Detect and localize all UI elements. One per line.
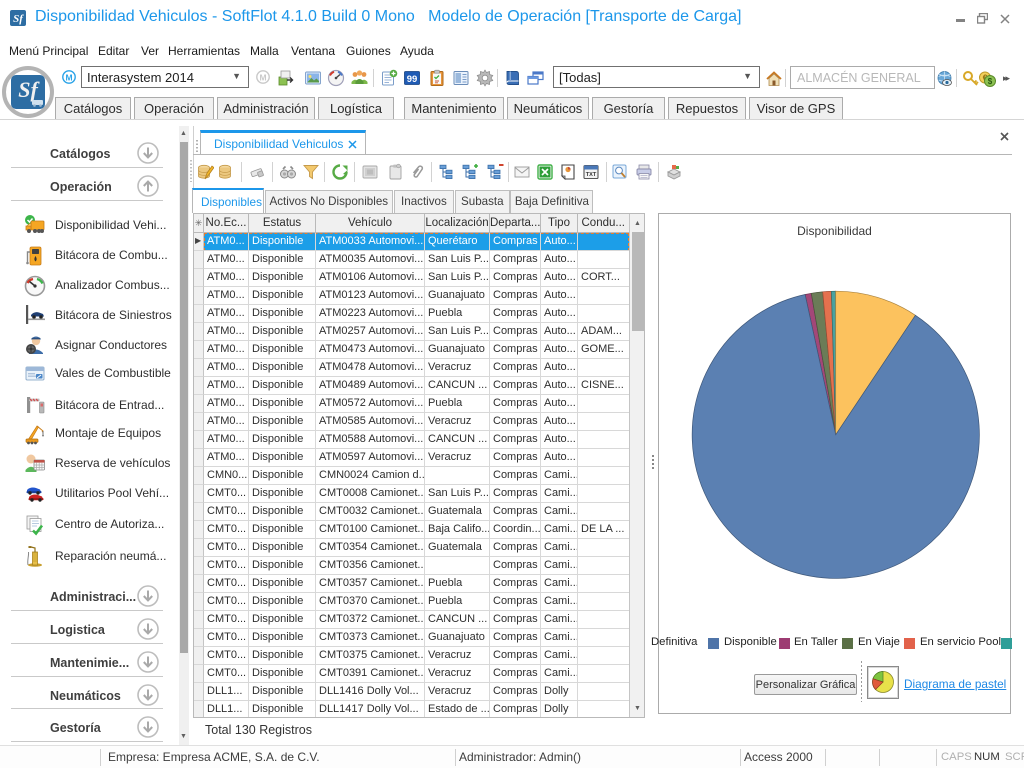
svg-text:M: M [259, 73, 266, 83]
svg-text:Sf: Sf [18, 77, 40, 102]
svg-text:M: M [65, 73, 72, 83]
svg-text:Sf: Sf [13, 13, 24, 25]
svg-text:TXT: TXT [586, 172, 597, 178]
svg-text:99: 99 [407, 74, 418, 85]
svg-text:$: $ [988, 77, 993, 86]
